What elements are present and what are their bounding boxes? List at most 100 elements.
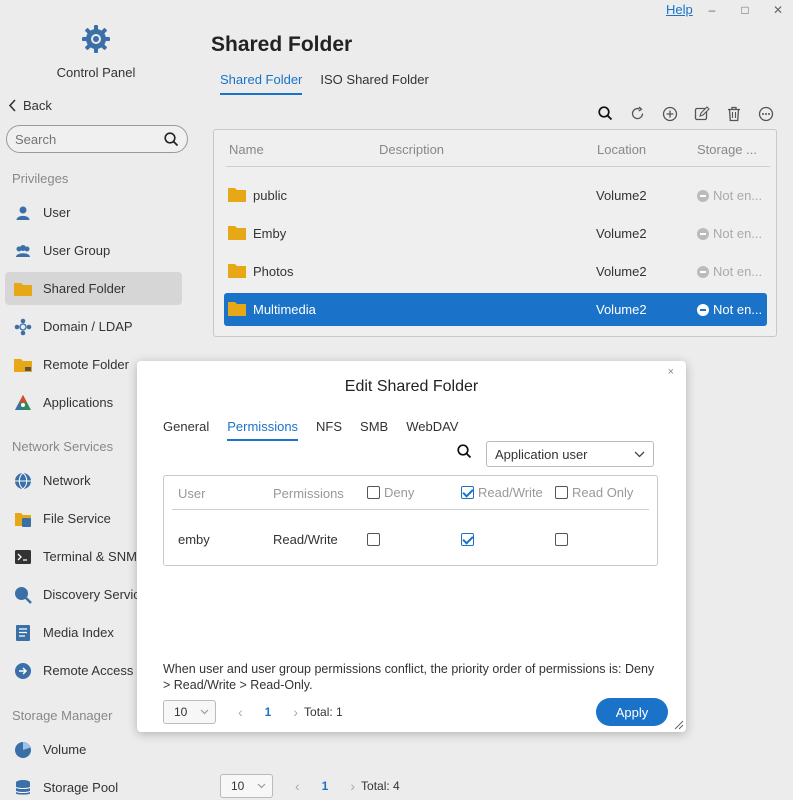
folder-icon <box>228 264 246 278</box>
domain-icon <box>13 317 33 337</box>
page-size-select[interactable]: 10 <box>163 700 216 724</box>
row-name: Multimedia <box>253 302 316 317</box>
row-name: public <box>253 188 287 203</box>
deny-all-toggle[interactable]: Deny <box>367 485 414 500</box>
folder-icon <box>13 279 33 299</box>
tab-permissions[interactable]: Permissions <box>227 419 299 441</box>
sidebar-item-label: Discovery Service <box>43 587 148 602</box>
column-description[interactable]: Description <box>379 142 444 157</box>
search-icon[interactable] <box>596 104 615 123</box>
read-only-checkbox[interactable] <box>555 533 568 546</box>
tab-smb[interactable]: SMB <box>360 419 388 441</box>
network-icon <box>13 471 33 491</box>
sidebar-item-label: User <box>43 205 71 220</box>
folder-icon <box>228 188 246 202</box>
row-name: Emby <box>253 226 287 241</box>
refresh-icon[interactable] <box>628 104 647 123</box>
sidebar-item-label: Remote Folder <box>43 357 129 372</box>
tab-iso-shared-folder[interactable]: ISO Shared Folder <box>320 72 428 95</box>
maximize-button[interactable]: □ <box>737 2 753 18</box>
row-storage-status: Not en... <box>697 188 762 203</box>
tab-shared-folder[interactable]: Shared Folder <box>220 72 303 95</box>
column-permissions: Permissions <box>273 486 344 501</box>
page-size-select[interactable]: 10 <box>220 774 273 798</box>
sidebar-item-shared-folder[interactable]: Shared Folder <box>5 272 182 305</box>
read-write-all-toggle[interactable]: Read/Write <box>461 485 543 500</box>
current-page[interactable]: 1 <box>322 779 329 793</box>
read-only-all-checkbox[interactable] <box>555 486 568 499</box>
remote-access-icon <box>13 661 33 681</box>
table-row-selected[interactable]: Multimedia Volume2 Not en... <box>224 293 767 326</box>
prev-page-button[interactable]: ‹ <box>295 778 300 794</box>
edit-icon[interactable] <box>692 104 711 123</box>
tab-general[interactable]: General <box>163 419 209 441</box>
sidebar-item-user[interactable]: User <box>5 196 182 229</box>
apply-button[interactable]: Apply <box>596 698 668 726</box>
tab-nfs[interactable]: NFS <box>316 419 342 441</box>
add-icon[interactable] <box>660 104 679 123</box>
resize-grip-icon[interactable] <box>672 718 684 730</box>
volume-icon <box>13 740 33 760</box>
delete-icon[interactable] <box>724 104 743 123</box>
user-type-select[interactable]: Application user <box>486 441 654 467</box>
close-icon[interactable]: × <box>668 366 674 378</box>
control-panel-label: Control Panel <box>56 65 136 80</box>
disabled-icon <box>697 189 709 202</box>
sidebar-item-label: Applications <box>43 395 114 410</box>
table-row[interactable]: Emby Volume2 Not en... <box>224 217 767 250</box>
main-pager: 10 ‹ 1 › Total: 4 <box>220 774 400 798</box>
table-row: emby Read/Write <box>172 510 649 565</box>
sidebar-item-label: Remote Access <box>43 663 134 678</box>
next-page-button[interactable]: › <box>350 778 355 794</box>
next-page-button[interactable]: › <box>293 704 298 720</box>
disabled-icon <box>697 303 709 316</box>
column-location[interactable]: Location <box>597 142 646 157</box>
sidebar-search[interactable] <box>6 125 188 153</box>
page-title: Shared Folder <box>211 33 353 56</box>
prev-page-button[interactable]: ‹ <box>238 704 243 720</box>
column-storage[interactable]: Storage ... <box>697 142 757 157</box>
read-only-all-toggle[interactable]: Read Only <box>555 485 633 500</box>
sidebar-item-domain-ldap[interactable]: Domain / LDAP <box>5 310 182 343</box>
section-network-services: Network Services <box>12 439 114 454</box>
chevron-down-icon <box>200 709 209 715</box>
sidebar-item-user-group[interactable]: User Group <box>5 234 182 267</box>
row-location: Volume2 <box>596 188 647 203</box>
search-icon[interactable] <box>164 131 179 147</box>
close-window-button[interactable]: ✕ <box>770 2 786 18</box>
column-name[interactable]: Name <box>229 142 264 157</box>
total-count: Total: 1 <box>304 705 343 719</box>
disabled-icon <box>697 265 709 278</box>
storage-pool-icon <box>13 778 33 798</box>
sidebar-item-label: Media Index <box>43 625 114 640</box>
permissions-header: User Permissions Deny Read/Write Read On… <box>172 476 649 510</box>
read-write-all-checkbox[interactable] <box>461 486 474 499</box>
search-icon[interactable] <box>457 444 472 462</box>
more-icon[interactable] <box>756 104 775 123</box>
deny-all-checkbox[interactable] <box>367 486 380 499</box>
current-page[interactable]: 1 <box>265 705 272 719</box>
back-label: Back <box>23 98 52 113</box>
folder-icon <box>228 226 246 240</box>
sidebar-item-label: Storage Pool <box>43 780 119 795</box>
main-tabs: Shared Folder ISO Shared Folder <box>220 72 429 95</box>
table-header: Name Description Location Storage ... <box>226 140 770 167</box>
sidebar-item-storage-pool[interactable]: Storage Pool <box>5 771 182 800</box>
row-storage-status: Not en... <box>697 264 762 279</box>
column-user: User <box>178 486 206 501</box>
read-write-checkbox[interactable] <box>461 533 474 546</box>
row-user: emby <box>178 532 210 547</box>
user-icon <box>13 203 33 223</box>
minimize-button[interactable]: – <box>704 2 720 18</box>
table-row[interactable]: public Volume2 Not en... <box>224 179 767 212</box>
search-input[interactable] <box>15 131 155 147</box>
sidebar-item-label: Volume <box>43 742 87 757</box>
back-button[interactable]: Back <box>8 98 52 113</box>
row-name: Photos <box>253 264 294 279</box>
sidebar-item-volume[interactable]: Volume <box>5 733 182 766</box>
table-row[interactable]: Photos Volume2 Not en... <box>224 255 767 288</box>
deny-checkbox[interactable] <box>367 533 380 546</box>
tab-webdav[interactable]: WebDAV <box>406 419 458 441</box>
help-link[interactable]: Help <box>666 2 693 17</box>
chevron-down-icon <box>634 451 645 457</box>
